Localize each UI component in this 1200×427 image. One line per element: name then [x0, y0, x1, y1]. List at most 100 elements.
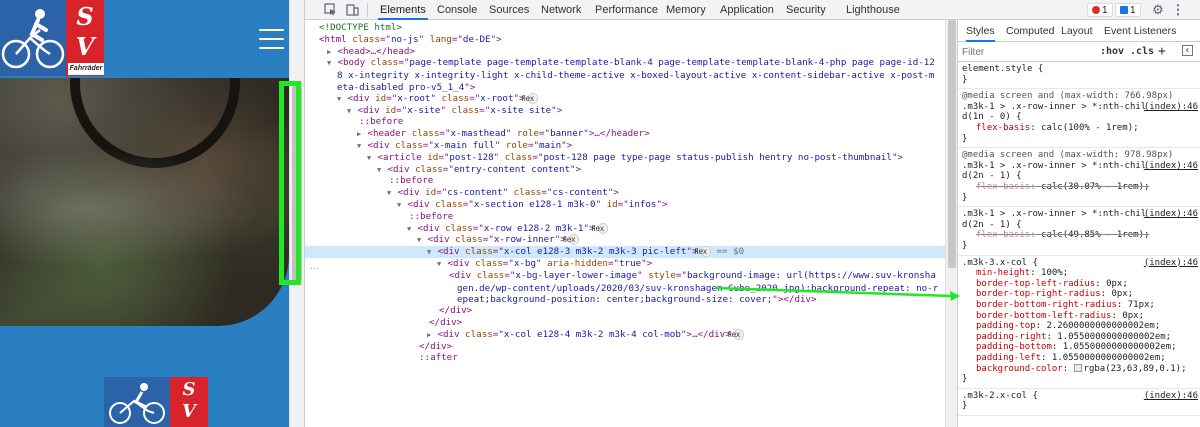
css-declaration[interactable]: flex-basis: calc(30.07% - 1rem);	[962, 182, 1198, 193]
logo-letters: SV	[170, 377, 208, 427]
css-selector[interactable]: .m3k-1 > .x-row-inner > *:nth-chil (index…	[962, 102, 1198, 113]
style-source-link[interactable]: (index):46	[1144, 258, 1198, 269]
error-count-badge[interactable]: 1	[1087, 3, 1113, 17]
dom-node[interactable]: ▶ <head>…</head>	[305, 46, 945, 58]
css-selector[interactable]: element.style {	[962, 64, 1198, 75]
css-selector[interactable]: .m3k-1 > .x-row-inner > *:nth-chil (index…	[962, 161, 1198, 172]
dom-node[interactable]: <html class="no-js" lang="de-DE">	[305, 34, 945, 46]
dom-node[interactable]: ▶ <div class="x-col e128-4 m3k-2 m3k-4 c…	[305, 328, 945, 341]
rule-close-brace: }	[962, 192, 968, 203]
dom-node[interactable]: </div>	[305, 305, 945, 317]
media-query: @media screen and (max-width: 978.98px)	[962, 150, 1174, 161]
dom-node[interactable]: ▼ <div id="x-root" class="x-root">flex	[305, 92, 945, 105]
tab-security[interactable]: Security	[784, 0, 828, 20]
css-declaration[interactable]: flex-basis: calc(100% - 1rem);	[962, 123, 1198, 134]
dom-node[interactable]: </div>	[305, 341, 945, 353]
css-selector[interactable]: .m3k-3.x-col {(index):46	[962, 258, 1198, 269]
dom-node[interactable]: <div class="x-bg-layer-lower-image" styl…	[305, 270, 945, 306]
flex-badge[interactable]: flex	[563, 234, 580, 246]
css-declaration[interactable]: background-color: rgba(23,63,89,0.1);	[962, 363, 1198, 375]
css-declaration[interactable]: padding-bottom: 1.0550000000000002em;	[962, 342, 1198, 353]
style-source-link[interactable]: (index):46	[1144, 161, 1198, 172]
dom-node[interactable]: ::before	[305, 175, 945, 187]
toolbar-separator	[367, 3, 368, 17]
tab-layout[interactable]: Layout	[1061, 20, 1093, 42]
css-selector[interactable]: .m3k-2.x-col {(index):46	[962, 391, 1198, 402]
media-query: @media screen and (max-width: 766.98px)	[962, 91, 1174, 102]
more-options-icon[interactable]: ⋮	[1171, 3, 1185, 17]
css-selector[interactable]: d(2n - 1) {	[962, 171, 1198, 182]
dom-node[interactable]: ▶ <header class="x-masthead" role="banne…	[305, 128, 945, 140]
device-toolbar-icon[interactable]	[345, 3, 359, 17]
inspect-element-icon[interactable]	[323, 3, 337, 17]
tab-lighthouse[interactable]: Lighthouse	[844, 0, 902, 20]
message-count: 1	[1130, 5, 1136, 16]
dom-node[interactable]: ▼ <article id="post-128" class="post-128…	[305, 152, 945, 164]
tab-application[interactable]: Application	[718, 0, 776, 20]
error-icon	[1092, 6, 1100, 14]
new-style-rule-icon[interactable]: +	[1158, 45, 1166, 59]
css-selector[interactable]: d(1n - 0) {	[962, 112, 1198, 123]
flex-badge[interactable]: flex	[592, 222, 608, 234]
flex-badge[interactable]: flex	[522, 92, 539, 104]
class-toggle[interactable]: .cls	[1130, 45, 1154, 59]
dom-node[interactable]: ▼ <div id="x-site" class="x-site site">	[305, 105, 945, 117]
hover-state-toggle[interactable]: :hov	[1100, 45, 1124, 59]
css-declaration[interactable]: flex-basis: calc(49.85% - 1rem);	[962, 230, 1198, 241]
tab-computed[interactable]: Computed	[1006, 20, 1054, 42]
css-declaration[interactable]: padding-left: 1.0550000000000002em;	[962, 353, 1198, 364]
dom-node[interactable]: ::after	[305, 352, 945, 364]
css-declaration[interactable]: padding-right: 1.0550000000000002em;	[962, 332, 1198, 343]
dom-node-selected[interactable]: ▼ <div class="x-col e128-3 m3k-2 m3k-3 p…	[305, 246, 945, 258]
css-declaration[interactable]: border-bottom-left-radius: 0px;	[962, 311, 1198, 322]
devtools-tab-bar: Elements Console Sources Network Perform…	[305, 0, 1200, 20]
dom-node[interactable]: ▼ <div class="x-bg" aria-hidden="true">	[305, 258, 945, 270]
css-selector[interactable]: d(2n - 1) {	[962, 220, 1198, 231]
dom-node[interactable]: ▼ <body class="page-template page-templa…	[305, 57, 945, 93]
tab-network[interactable]: Network	[539, 0, 583, 20]
dom-node[interactable]: </div>	[305, 317, 945, 329]
dom-node[interactable]: ▼ <div class="x-row-inner">flex	[305, 234, 945, 246]
settings-gear-icon[interactable]: ⚙	[1151, 3, 1165, 17]
dom-tree-scrollbar[interactable]	[945, 20, 957, 427]
tab-console[interactable]: Console	[435, 0, 479, 20]
tab-event-listeners[interactable]: Event Listeners	[1104, 20, 1176, 42]
scrollbar-thumb[interactable]	[948, 20, 956, 268]
dom-node[interactable]: ▼ <div class="x-section e128-1 m3k-0" id…	[305, 199, 945, 211]
tab-performance[interactable]: Performance	[593, 0, 660, 20]
site-logo[interactable]: SV Fahrräder	[0, 0, 104, 76]
dom-node[interactable]: ▼ <div class="entry-content content">	[305, 164, 945, 176]
dom-node[interactable]: ▼ <div id="cs-content" class="cs-content…	[305, 187, 945, 199]
dom-node[interactable]: ▼ <div class="x-main full" role="main">	[305, 140, 945, 152]
rule-close-brace: }	[962, 374, 968, 385]
style-source-link[interactable]: (index):46	[1144, 102, 1198, 113]
styles-filter-input[interactable]	[962, 45, 1092, 59]
tab-memory[interactable]: Memory	[664, 0, 708, 20]
css-declaration[interactable]: min-height: 100%;	[962, 268, 1198, 279]
dom-node[interactable]: ▼ <div class="x-row e128-2 m3k-1">flex	[305, 222, 945, 235]
selected-node-ellipsis-icon[interactable]: ···	[310, 263, 319, 273]
css-declaration[interactable]: border-top-left-radius: 0px;	[962, 279, 1198, 290]
flex-badge[interactable]: flex	[728, 328, 745, 340]
css-declaration[interactable]: border-top-right-radius: 0px;	[962, 289, 1198, 300]
tab-sources[interactable]: Sources	[487, 0, 531, 20]
toggle-sidebar-icon[interactable]: ‹	[1182, 45, 1193, 56]
tab-styles[interactable]: Styles	[966, 20, 995, 42]
footer-logo: SV	[104, 377, 208, 427]
dom-node[interactable]: <!DOCTYPE html>	[305, 22, 945, 34]
dom-node[interactable]: ::before	[305, 211, 945, 223]
tab-elements[interactable]: Elements	[378, 0, 428, 20]
annotation-highlight-box	[279, 81, 301, 285]
dom-tree: <!DOCTYPE html> <html class="no-js" lang…	[305, 20, 945, 427]
style-source-link[interactable]: (index):46	[1144, 391, 1198, 402]
color-swatch-icon[interactable]	[1073, 363, 1082, 372]
hamburger-menu-icon[interactable]	[259, 29, 284, 49]
message-count-badge[interactable]: 1	[1115, 3, 1141, 17]
dom-node[interactable]: ::before	[305, 116, 945, 128]
css-declaration[interactable]: border-bottom-right-radius: 71px;	[962, 300, 1198, 311]
css-selector[interactable]: .m3k-1 > .x-row-inner > *:nth-chil (index…	[962, 209, 1198, 220]
css-declaration[interactable]: padding-top: 2.2600000000000002em;	[962, 321, 1198, 332]
flex-badge[interactable]: flex	[695, 246, 711, 258]
error-count: 1	[1102, 5, 1108, 16]
style-source-link[interactable]: (index):46	[1144, 209, 1198, 220]
